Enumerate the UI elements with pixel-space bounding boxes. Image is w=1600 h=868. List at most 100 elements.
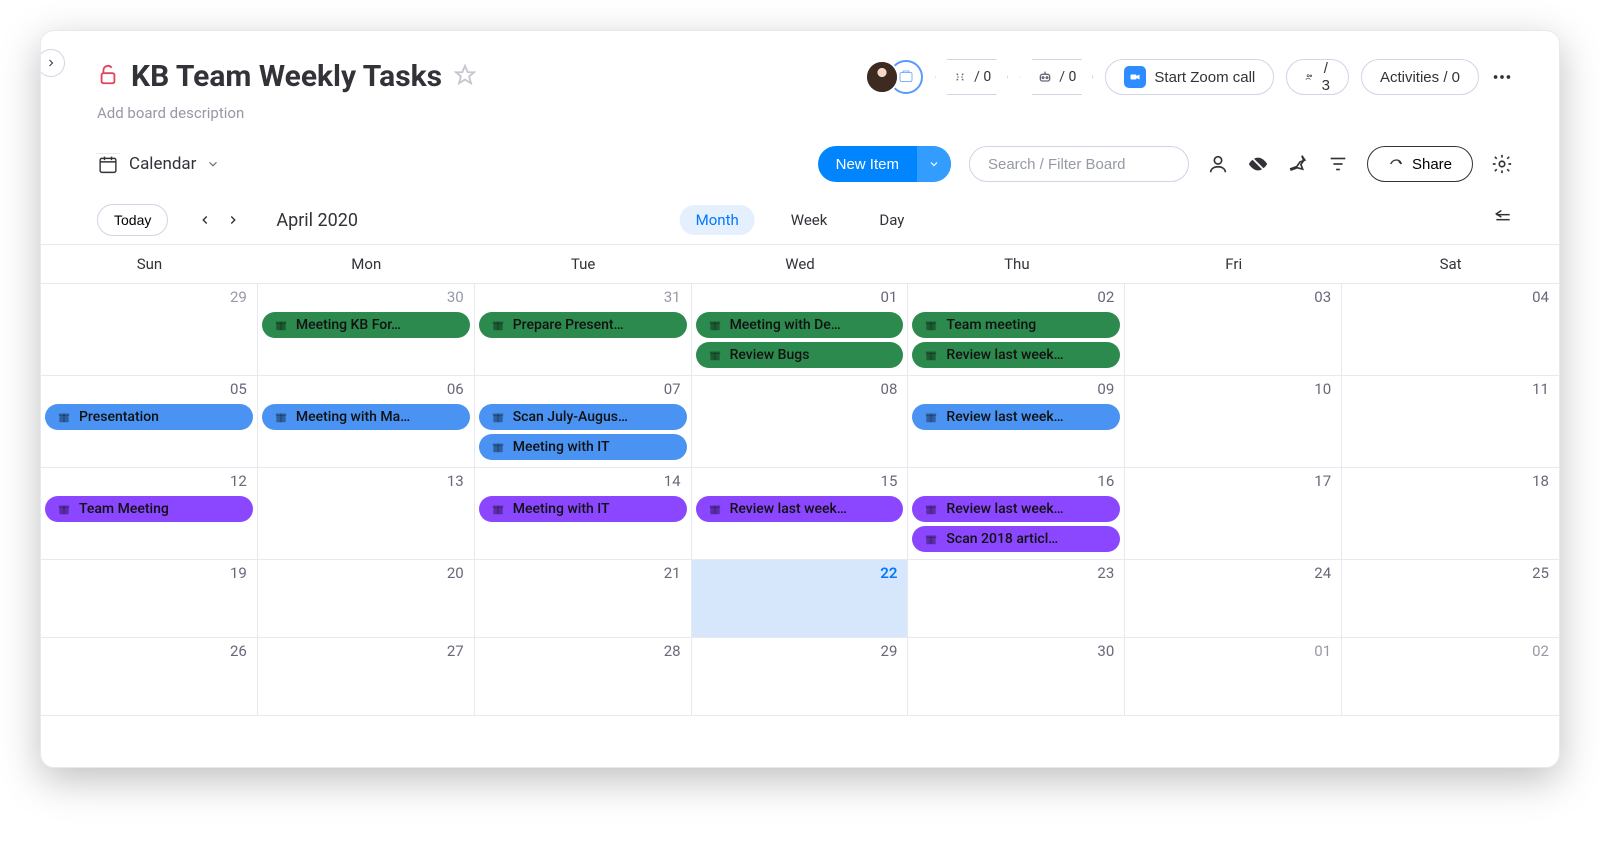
event-title: Review last week… <box>946 347 1063 363</box>
board-members-avatars[interactable] <box>865 60 923 94</box>
calendar-event[interactable]: Scan July-Augus… <box>479 404 687 430</box>
calendar-event[interactable]: Review Bugs <box>696 342 904 368</box>
automations-chip[interactable]: / 0 <box>1020 59 1093 95</box>
calendar-day-cell[interactable]: 30 Meeting KB For… <box>258 284 475 375</box>
calendar-day-cell[interactable]: 11 <box>1342 376 1559 467</box>
calendar-day-cell[interactable]: 29 <box>41 284 258 375</box>
pin-icon[interactable] <box>1287 153 1309 175</box>
day-of-week-header: Tue <box>475 245 692 284</box>
calendar-day-cell[interactable]: 18 <box>1342 468 1559 559</box>
calendar-event[interactable]: Meeting with IT <box>479 434 687 460</box>
day-number: 21 <box>664 564 681 582</box>
calendar-day-cell[interactable]: 15Review last week… <box>692 468 909 559</box>
calendar-day-cell[interactable]: 28 <box>475 638 692 715</box>
calendar-day-cell[interactable]: 10 <box>1125 376 1342 467</box>
activities-chip[interactable]: Activities / 0 <box>1361 59 1479 95</box>
day-number: 06 <box>447 380 464 398</box>
members-chip[interactable]: / 3 <box>1286 59 1349 95</box>
search-input[interactable] <box>969 146 1189 182</box>
calendar-day-cell[interactable]: 01 <box>1125 638 1342 715</box>
today-button[interactable]: Today <box>97 204 168 236</box>
new-item-dropdown[interactable] <box>917 146 951 182</box>
calendar-day-cell[interactable]: 14Meeting with IT <box>475 468 692 559</box>
calendar-event[interactable]: Review last week… <box>912 342 1120 368</box>
calendar-day-cell[interactable]: 23 <box>908 560 1125 637</box>
calendar-day-cell[interactable]: 07Scan July-Augus…Meeting with IT <box>475 376 692 467</box>
integrations-count: / 0 <box>974 69 991 85</box>
calendar-day-cell[interactable]: 31Prepare Present… <box>475 284 692 375</box>
calendar-event[interactable]: Meeting KB For… <box>262 312 470 338</box>
calendar-day-cell[interactable]: 19 <box>41 560 258 637</box>
calendar-event[interactable]: Prepare Present… <box>479 312 687 338</box>
calendar-day-cell[interactable]: 20 <box>258 560 475 637</box>
hide-icon[interactable] <box>1247 153 1269 175</box>
next-month-button[interactable] <box>226 213 240 227</box>
board-title[interactable]: KB Team Weekly Tasks <box>131 59 442 94</box>
collapse-sidebar-icon[interactable] <box>1493 208 1513 232</box>
prev-month-button[interactable] <box>198 213 212 227</box>
calendar-day-cell[interactable]: 13 <box>258 468 475 559</box>
members-count: / 3 <box>1322 60 1330 94</box>
day-number: 30 <box>447 288 464 306</box>
integrations-chip[interactable]: / 0 <box>935 59 1008 95</box>
event-title: Scan 2018 articl… <box>946 531 1058 547</box>
toggle-day[interactable]: Day <box>863 205 920 235</box>
calendar-event[interactable]: Meeting with Ma… <box>262 404 470 430</box>
lock-icon <box>97 64 119 90</box>
calendar-day-cell[interactable]: 05Presentation <box>41 376 258 467</box>
star-icon[interactable] <box>454 64 476 90</box>
calendar-event[interactable]: Presentation <box>45 404 253 430</box>
share-button[interactable]: Share <box>1367 146 1473 182</box>
event-title: Meeting with IT <box>513 501 610 517</box>
day-number: 22 <box>880 564 897 582</box>
calendar-day-cell[interactable]: 09Review last week… <box>908 376 1125 467</box>
calendar-day-cell[interactable]: 29 <box>692 638 909 715</box>
activities-label: Activities / 0 <box>1380 69 1460 86</box>
day-number: 10 <box>1314 380 1331 398</box>
toggle-month[interactable]: Month <box>680 205 755 235</box>
calendar-day-cell[interactable]: 24 <box>1125 560 1342 637</box>
day-number: 01 <box>881 288 898 306</box>
event-title: Meeting with IT <box>513 439 610 455</box>
gear-icon[interactable] <box>1491 153 1513 175</box>
day-number: 28 <box>664 642 681 660</box>
calendar-event[interactable]: Review last week… <box>696 496 904 522</box>
calendar-event[interactable]: Meeting with De… <box>696 312 904 338</box>
board-description[interactable]: Add board description <box>97 104 476 122</box>
calendar-day-cell[interactable]: 25 <box>1342 560 1559 637</box>
calendar-event[interactable]: Team meeting <box>912 312 1120 338</box>
day-number: 02 <box>1097 288 1114 306</box>
calendar-day-cell[interactable]: 03 <box>1125 284 1342 375</box>
start-zoom-button[interactable]: Start Zoom call <box>1105 59 1274 95</box>
day-number: 24 <box>1314 564 1331 582</box>
day-number: 30 <box>1097 642 1114 660</box>
filter-icon[interactable] <box>1327 153 1349 175</box>
event-title: Meeting with De… <box>730 317 841 333</box>
more-options-button[interactable] <box>1491 66 1513 88</box>
calendar-day-cell[interactable]: 02 <box>1342 638 1559 715</box>
calendar-day-cell[interactable]: 02 Team meeting Review last week… <box>908 284 1125 375</box>
calendar-day-cell[interactable]: 22 <box>692 560 909 637</box>
calendar-day-cell[interactable]: 16Review last week…Scan 2018 articl… <box>908 468 1125 559</box>
view-selector[interactable]: Calendar <box>97 153 220 175</box>
day-of-week-header: Sun <box>41 245 258 284</box>
calendar-day-cell[interactable]: 06 Meeting with Ma… <box>258 376 475 467</box>
calendar-day-cell[interactable]: 01 Meeting with De… Review Bugs <box>692 284 909 375</box>
calendar-day-cell[interactable]: 26 <box>41 638 258 715</box>
calendar-event[interactable]: Scan 2018 articl… <box>912 526 1120 552</box>
calendar-event[interactable]: Meeting with IT <box>479 496 687 522</box>
calendar-event[interactable]: Team Meeting <box>45 496 253 522</box>
calendar-day-cell[interactable]: 27 <box>258 638 475 715</box>
toggle-week[interactable]: Week <box>775 205 844 235</box>
calendar-day-cell[interactable]: 04 <box>1342 284 1559 375</box>
new-item-button[interactable]: New Item <box>818 146 951 182</box>
calendar-event[interactable]: Review last week… <box>912 496 1120 522</box>
calendar-day-cell[interactable]: 30 <box>908 638 1125 715</box>
calendar-day-cell[interactable]: 08 <box>692 376 909 467</box>
calendar-day-cell[interactable]: 12Team Meeting <box>41 468 258 559</box>
person-filter-icon[interactable] <box>1207 153 1229 175</box>
calendar-event[interactable]: Review last week… <box>912 404 1120 430</box>
calendar-day-cell[interactable]: 21 <box>475 560 692 637</box>
event-title: Team meeting <box>946 317 1036 333</box>
calendar-day-cell[interactable]: 17 <box>1125 468 1342 559</box>
